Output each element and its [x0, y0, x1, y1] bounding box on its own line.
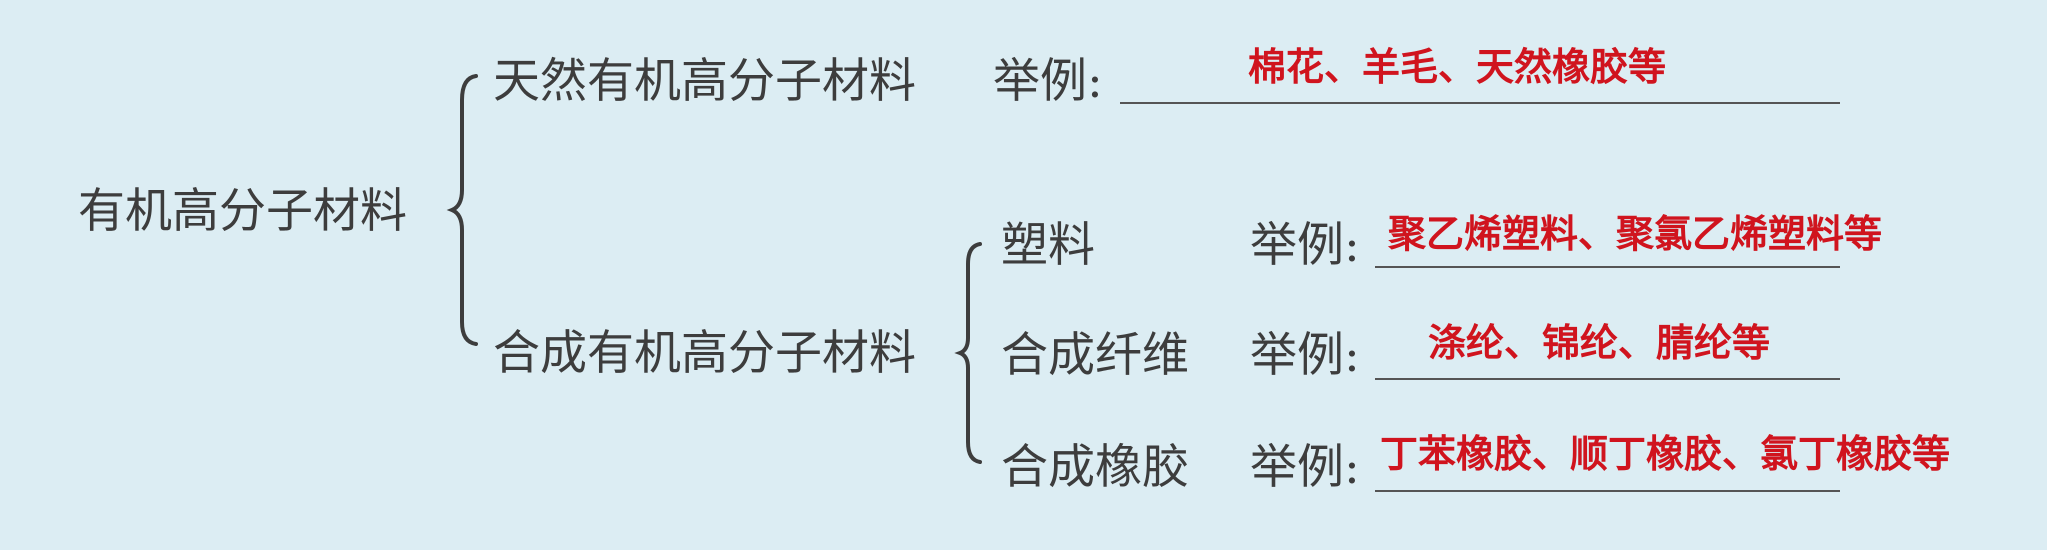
rubber-example-prefix: 举例: [1250, 440, 1360, 495]
plastic-answer: 聚乙烯塑料、聚氯乙烯塑料等 [1388, 212, 1883, 256]
rubber-answer: 丁苯橡胶、顺丁橡胶、氯丁橡胶等 [1380, 432, 1951, 476]
natural-label: 天然有机高分子材料 [493, 54, 916, 109]
rubber-label: 合成橡胶 [1001, 440, 1189, 495]
main-bracket [446, 74, 478, 346]
synthetic-label: 合成有机高分子材料 [493, 326, 916, 381]
root-label: 有机高分子材料 [78, 184, 407, 239]
fiber-answer-blank [1375, 378, 1840, 380]
fiber-answer: 涤纶、锦纶、腈纶等 [1428, 321, 1771, 365]
synthetic-bracket [954, 242, 982, 464]
plastic-answer-blank [1375, 266, 1840, 268]
natural-example-prefix: 举例: [993, 54, 1103, 109]
fiber-example-prefix: 举例: [1250, 328, 1360, 383]
natural-answer-blank [1120, 102, 1840, 104]
plastic-example-prefix: 举例: [1250, 218, 1360, 273]
fiber-label: 合成纤维 [1001, 328, 1189, 383]
plastic-label: 塑料 [1001, 218, 1095, 273]
natural-answer: 棉花、羊毛、天然橡胶等 [1248, 45, 1667, 89]
rubber-answer-blank [1375, 490, 1840, 492]
